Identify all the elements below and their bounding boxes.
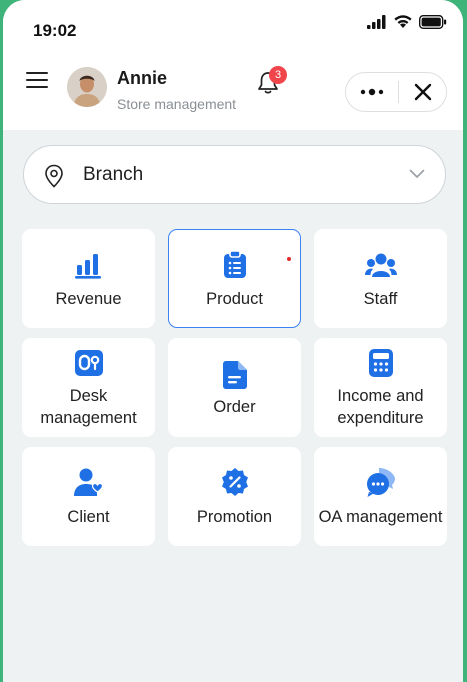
more-dots-icon[interactable]	[346, 73, 398, 111]
user-role: Store management	[117, 96, 237, 112]
tile-client[interactable]: Client	[22, 447, 155, 546]
tile-staff[interactable]: Staff	[314, 229, 447, 328]
unread-dot	[287, 257, 291, 261]
tile-label: Client	[67, 508, 110, 526]
team-icon	[364, 253, 397, 277]
tile-label: Revenue	[55, 290, 122, 308]
signal-icon	[367, 14, 386, 29]
tile-desk-management[interactable]: Desk management	[22, 338, 155, 437]
tile-label: Order	[213, 398, 256, 416]
branch-label: Branch	[83, 164, 144, 185]
tile-label: Product	[206, 290, 263, 308]
mini-program-capsule	[345, 72, 447, 112]
calculator-icon	[368, 349, 393, 377]
tile-income-and-expenditure[interactable]: Income and expenditure	[314, 338, 447, 437]
tile-revenue[interactable]: Revenue	[22, 229, 155, 328]
location-pin-icon	[45, 164, 63, 188]
status-icons	[367, 14, 447, 29]
tile-label: Income and expenditure	[337, 387, 424, 427]
tile-label: Staff	[363, 290, 398, 308]
tile-label: Promotion	[196, 508, 273, 526]
tile-order[interactable]: Order	[168, 338, 301, 437]
bar-chart-icon	[74, 254, 101, 279]
tile-label: OA management	[318, 508, 443, 526]
tile-oa-management[interactable]: OA management	[314, 447, 447, 546]
branch-selector[interactable]: Branch	[23, 145, 446, 204]
client-heart-icon	[73, 468, 103, 496]
tile-promotion[interactable]: Promotion	[168, 447, 301, 546]
avatar[interactable]	[67, 67, 107, 107]
chat-bubbles-icon	[366, 468, 395, 497]
document-icon	[222, 361, 247, 389]
status-time: 19:02	[33, 21, 77, 40]
tile-label: Desk management	[40, 387, 137, 427]
discount-badge-icon	[221, 468, 248, 496]
close-icon[interactable]	[399, 73, 446, 111]
phone-screen: 19:02 Annie Store management 3 Branch Re…	[3, 0, 463, 682]
clipboard-list-icon	[223, 250, 246, 278]
hamburger-menu-icon[interactable]	[25, 68, 49, 92]
user-name: Annie	[117, 68, 168, 88]
battery-icon	[419, 14, 447, 29]
tile-product[interactable]: Product	[168, 229, 301, 328]
chevron-down-icon	[409, 169, 425, 178]
header: 19:02 Annie Store management 3	[3, 0, 463, 130]
notification-badge: 3	[269, 66, 287, 84]
wifi-icon	[394, 15, 412, 28]
desk-icon	[74, 350, 103, 376]
